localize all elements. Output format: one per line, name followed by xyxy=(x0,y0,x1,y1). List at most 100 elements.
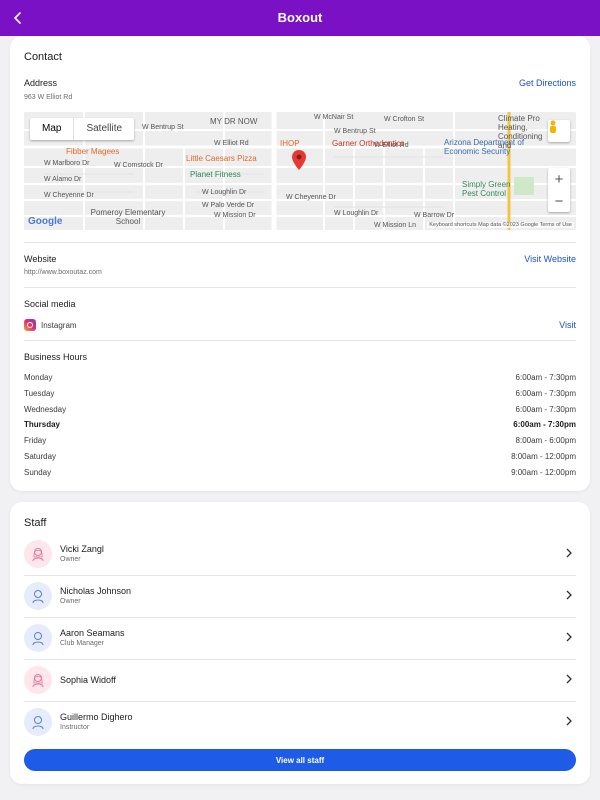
google-logo: Google xyxy=(28,216,63,227)
staff-row[interactable]: Nicholas Johnson Owner xyxy=(24,576,576,618)
hours-time: 8:00am - 12:00pm xyxy=(511,452,576,461)
map-street-label: W Loughlin Dr xyxy=(334,210,379,217)
hours-day: Sunday xyxy=(24,468,52,477)
hours-row-today: Thursday 6:00am - 7:30pm xyxy=(24,420,576,434)
hours-time: 8:00am - 6:00pm xyxy=(515,436,576,445)
female-avatar-icon xyxy=(24,666,52,694)
hours-time: 9:00am - 12:00pm xyxy=(511,468,576,477)
staff-card: Staff Vicki Zangl Owner Nicholas Johnson… xyxy=(10,502,590,784)
hours-time: 6:00am - 7:30pm xyxy=(515,405,576,414)
zoom-in-button[interactable]: + xyxy=(548,168,570,190)
staff-name: Vicki Zangl xyxy=(60,544,104,554)
divider xyxy=(24,287,576,288)
map-type-toggle: Map Satellite xyxy=(30,118,135,140)
map-poi[interactable]: IHOP xyxy=(280,139,300,148)
staff-row[interactable]: Guillermo Dighero Instructor xyxy=(24,702,576,744)
address-value: 963 W Elliot Rd xyxy=(24,94,73,101)
hours-day: Tuesday xyxy=(24,389,55,398)
hours-row: Sunday 9:00am - 12:00pm xyxy=(24,468,576,482)
zoom-controls: + − xyxy=(548,168,570,212)
divider xyxy=(24,340,576,341)
business-hours-title: Business Hours xyxy=(24,352,88,362)
map-street-label: W Loughlin Dr xyxy=(202,189,247,196)
map-toggle-map[interactable]: Map xyxy=(30,118,73,140)
pegman-icon xyxy=(548,120,570,142)
address-label: Address xyxy=(24,78,58,88)
hours-time: 6:00am - 7:30pm xyxy=(513,420,576,429)
staff-row[interactable]: Aaron Seamans Club Manager xyxy=(24,618,576,660)
map-poi[interactable]: Simply Green Pest Control xyxy=(462,180,520,198)
hours-day: Wednesday xyxy=(24,405,67,414)
map-street-label: W Elliot Rd xyxy=(214,140,249,147)
map-poi[interactable]: Garner Orthodontics xyxy=(332,139,404,148)
chevron-right-icon xyxy=(566,716,572,726)
website-value: http://www.boxoutaz.com xyxy=(24,269,102,276)
hours-row: Wednesday 6:00am - 7:30pm xyxy=(24,405,576,419)
hours-time: 6:00am - 7:30pm xyxy=(515,389,576,398)
staff-name: Guillermo Dighero xyxy=(60,712,133,722)
staff-row[interactable]: Vicki Zangl Owner xyxy=(24,534,576,576)
map-street-label: W Crofton St xyxy=(384,116,425,123)
top-app-bar: Boxout xyxy=(0,0,600,36)
staff-role: Instructor xyxy=(60,724,90,731)
map-street-label: W Mission Ln xyxy=(374,222,417,229)
map-street-label: W Palo Verde Dr xyxy=(202,202,255,209)
map-street-label: W Alamo Dr xyxy=(44,176,82,183)
map-street-label: W Marlboro Dr xyxy=(44,160,90,167)
view-all-staff-button[interactable]: View all staff xyxy=(24,749,576,771)
map-poi[interactable]: Pomeroy Elementary School xyxy=(88,208,168,226)
divider xyxy=(24,242,576,243)
chevron-right-icon xyxy=(566,632,572,642)
street-view-button[interactable] xyxy=(548,120,570,142)
map-poi[interactable]: MY DR NOW xyxy=(210,117,257,126)
zoom-out-button[interactable]: − xyxy=(548,190,570,212)
map-street-label: W Comstock Dr xyxy=(114,162,163,169)
hours-day: Monday xyxy=(24,373,53,382)
female-avatar-icon xyxy=(24,540,52,568)
contact-heading: Contact xyxy=(24,51,62,63)
male-avatar-icon xyxy=(24,582,52,610)
social-media-label: Social media xyxy=(24,299,76,309)
hours-row: Monday 6:00am - 7:30pm xyxy=(24,373,576,387)
staff-row[interactable]: Sophia Widoff xyxy=(24,660,576,702)
contact-card: Contact Address 963 W Elliot Rd Get Dire… xyxy=(10,36,590,491)
map-toggle-satellite[interactable]: Satellite xyxy=(73,118,134,140)
chevron-right-icon xyxy=(566,590,572,600)
page-title: Boxout xyxy=(277,10,323,25)
staff-name: Aaron Seamans xyxy=(60,628,125,638)
staff-role: Owner xyxy=(60,556,81,563)
map-street-label: W Cheyenne Dr xyxy=(44,192,94,199)
visit-instagram-link[interactable]: Visit xyxy=(559,320,576,330)
map-street-label: W Mission Dr xyxy=(214,212,256,219)
hours-day: Thursday xyxy=(24,420,61,429)
social-name: Instagram xyxy=(41,321,77,330)
map-poi[interactable]: Arizona Department of Economic Security xyxy=(444,138,534,156)
staff-role: Owner xyxy=(60,598,81,605)
map-street-label: W Bentrup St xyxy=(334,128,376,135)
map-street-label: W McNair St xyxy=(314,114,354,121)
visit-website-link[interactable]: Visit Website xyxy=(524,254,576,264)
map-poi[interactable]: Fibber Magees xyxy=(66,147,119,156)
hours-row: Saturday 8:00am - 12:00pm xyxy=(24,452,576,466)
hours-day: Friday xyxy=(24,436,47,445)
staff-name: Sophia Widoff xyxy=(60,675,116,685)
chevron-right-icon xyxy=(566,548,572,558)
male-avatar-icon xyxy=(24,708,52,736)
hours-time: 6:00am - 7:30pm xyxy=(515,373,576,382)
map-poi[interactable]: Planet Fitness xyxy=(190,170,241,179)
get-directions-link[interactable]: Get Directions xyxy=(519,78,576,88)
hours-day: Saturday xyxy=(24,452,57,461)
map-street-label: W Bentrup St xyxy=(142,124,184,131)
hours-row: Friday 8:00am - 6:00pm xyxy=(24,436,576,450)
male-avatar-icon xyxy=(24,624,52,652)
map-attribution[interactable]: Keyboard shortcuts Map data ©2023 Google… xyxy=(427,222,574,228)
instagram-icon xyxy=(24,319,36,331)
staff-heading: Staff xyxy=(24,517,47,529)
staff-name: Nicholas Johnson xyxy=(60,586,132,596)
location-pin-icon[interactable] xyxy=(292,150,306,170)
map-poi[interactable]: Little Caesars Pizza xyxy=(186,154,257,163)
map-view[interactable]: Map Satellite W Bentrup St W Elliot Rd W… xyxy=(24,112,576,230)
hours-row: Tuesday 6:00am - 7:30pm xyxy=(24,389,576,403)
map-street-label: W Cheyenne Dr xyxy=(286,194,336,201)
staff-role: Club Manager xyxy=(60,640,104,647)
